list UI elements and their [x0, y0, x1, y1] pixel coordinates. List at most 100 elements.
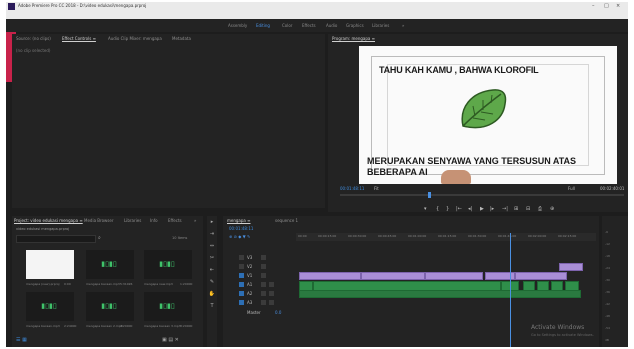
tab-audio-clip-mixer[interactable]: Audio Clip Mixer: mengapa [108, 36, 162, 41]
project-item-thumbnail[interactable]: ▮▯▮▯ [86, 292, 134, 321]
video-clip[interactable] [299, 272, 361, 280]
track-header-v1[interactable]: V1 [231, 272, 293, 279]
list-view-icon[interactable]: ☰ ▦ [16, 337, 27, 343]
go-to-in-button[interactable]: |← [456, 206, 462, 212]
track-header-v2[interactable]: V2 [231, 263, 293, 270]
go-to-out-button[interactable]: →| [502, 206, 508, 212]
tab-effect-controls[interactable]: Effect Controls ≡ [62, 36, 96, 41]
mute-icon[interactable] [261, 282, 266, 287]
tab-sequence-mengapa[interactable]: mengapa ≡ [227, 218, 251, 223]
eye-icon[interactable] [261, 255, 266, 260]
search-icon[interactable]: ⌕ [98, 235, 101, 241]
mark-out-button[interactable]: } [446, 206, 449, 212]
video-clip[interactable] [425, 272, 483, 280]
source-patch-icon[interactable] [239, 282, 244, 287]
project-item-thumbnail[interactable]: ▮▯▮▯ [144, 292, 192, 321]
source-patch-icon[interactable] [239, 273, 244, 278]
new-item-icon[interactable]: ▣ ▤ ✕ [162, 337, 179, 343]
fit-dropdown[interactable]: Fit [374, 186, 379, 191]
project-item-thumbnail[interactable]: ▮▯▮▯ [26, 292, 74, 321]
workspace-color[interactable]: Color [282, 23, 292, 28]
project-item-thumbnail[interactable]: ▮▯▮▯ [86, 250, 134, 279]
mute-icon[interactable] [261, 291, 266, 296]
maximize-icon[interactable]: □ [604, 3, 609, 9]
timeline-ruler[interactable]: 00:00 00:00:15:00 00:00:30:00 00:00:45:0… [296, 233, 596, 241]
track-header-a2[interactable]: A2 [231, 290, 293, 297]
workspace-libraries[interactable]: Libraries [372, 23, 389, 28]
play-button[interactable]: ▶ [480, 206, 484, 212]
ripple-edit-tool-icon[interactable]: ⇔ [207, 240, 217, 252]
source-patch-icon[interactable] [239, 291, 244, 296]
video-clip[interactable] [361, 272, 425, 280]
meter-tick: -42 [605, 302, 610, 306]
program-scrubber[interactable] [340, 192, 624, 198]
timeline-timecode[interactable]: 00:01:48:11 [229, 226, 253, 231]
program-video-frame[interactable]: TAHU KAH KAMU , BAHWA KLOROFIL MERUPAKAN… [359, 46, 617, 184]
project-item-thumbnail[interactable]: ▮▯▮▯ [144, 250, 192, 279]
tab-media-browser[interactable]: Media Browser [84, 218, 114, 223]
source-patch-icon[interactable] [239, 300, 244, 305]
lock-icon[interactable] [239, 264, 244, 269]
program-timecode[interactable]: 00:01:48:11 [340, 186, 364, 191]
mute-icon[interactable] [261, 300, 266, 305]
workspace-graphics[interactable]: Graphics [346, 23, 364, 28]
marker-button[interactable]: ▾ [424, 206, 427, 212]
tab-info[interactable]: Info [150, 218, 158, 223]
tab-metadata[interactable]: Metadata [172, 36, 191, 41]
selection-tool-icon[interactable]: ▸ [207, 216, 217, 228]
solo-icon[interactable] [269, 282, 274, 287]
solo-icon[interactable] [269, 291, 274, 296]
video-clip-v2[interactable] [559, 263, 583, 271]
add-button[interactable]: ⊕ [550, 206, 554, 212]
minimize-icon[interactable]: – [592, 3, 595, 9]
hand-tool-icon[interactable]: ✋ [207, 288, 217, 300]
track-header-a1[interactable]: A1 [231, 281, 293, 288]
project-item-duration: 0:00 [64, 282, 71, 286]
type-tool-icon[interactable]: T [207, 300, 217, 312]
timeline-playhead[interactable] [510, 233, 511, 347]
tab-project[interactable]: Project: video edukasi mengapa ≡ [14, 218, 83, 223]
video-clip[interactable] [515, 272, 567, 280]
close-icon[interactable]: × [616, 3, 620, 9]
mark-in-button[interactable]: { [436, 206, 439, 212]
extract-button[interactable]: ⊟ [526, 206, 530, 212]
tab-source[interactable]: Source: (no clips) [16, 36, 51, 41]
resolution-dropdown[interactable]: Full [568, 186, 575, 191]
track-select-tool-icon[interactable]: ⇥ [207, 228, 217, 240]
solo-icon[interactable] [269, 300, 274, 305]
lock-icon[interactable] [239, 255, 244, 260]
project-item-thumbnail[interactable] [26, 250, 74, 279]
track-header-a3[interactable]: A3 [231, 299, 293, 306]
workspace-effects[interactable]: Effects [302, 23, 316, 28]
project-item-duration: 5:31026 [120, 282, 133, 286]
pen-tool-icon[interactable]: ✎ [207, 276, 217, 288]
workspace-audio[interactable]: Audio [326, 23, 337, 28]
project-item-duration: 4:20000 [120, 324, 133, 328]
track-header-v3[interactable]: V3 [231, 254, 293, 261]
project-item-duration: 2:24000 [64, 324, 77, 328]
master-value[interactable]: 0.0 [275, 310, 281, 315]
slip-tool-icon[interactable]: ⇤ [207, 264, 217, 276]
eye-icon[interactable] [261, 264, 266, 269]
tab-sequence-1[interactable]: sequence 1 [275, 218, 298, 223]
audio-clip-a2[interactable] [299, 290, 581, 298]
project-search-input[interactable] [16, 235, 96, 243]
razor-tool-icon[interactable]: ✂ [207, 252, 217, 264]
meter-tick: -36 [605, 290, 610, 294]
tab-libraries[interactable]: Libraries [124, 218, 141, 223]
eye-icon[interactable] [261, 273, 266, 278]
tab-program[interactable]: Program: mengapa ≡ [332, 36, 375, 41]
track-header-master[interactable]: Master 0.0 [231, 309, 293, 316]
tabs-more-icon[interactable]: » [194, 218, 196, 223]
step-back-button[interactable]: ◂| [468, 206, 472, 212]
workspace-more-icon[interactable]: » [402, 23, 404, 28]
project-item-name: mengapa new.mp3 [144, 282, 173, 286]
workspace-assembly[interactable]: Assembly [228, 23, 247, 28]
lift-button[interactable]: ⊞ [514, 206, 518, 212]
step-forward-button[interactable]: |▸ [490, 206, 494, 212]
snap-icon[interactable]: ⊕ ⊘ ◆ ▼ ✎ [229, 234, 250, 239]
tab-effects[interactable]: Effects [168, 218, 182, 223]
program-playhead[interactable] [428, 192, 431, 198]
workspace-editing[interactable]: Editing [256, 23, 270, 28]
export-frame-button[interactable]: ⎙ [538, 206, 542, 212]
